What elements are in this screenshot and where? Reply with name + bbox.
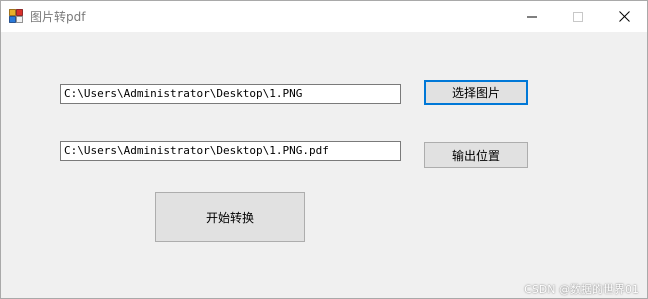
output-location-button[interactable]: 输出位置 xyxy=(424,142,528,168)
app-window: 图片转pdf C:\Users\Administrator\Desktop\1.… xyxy=(0,0,648,299)
input-path-field[interactable]: C:\Users\Administrator\Desktop\1.PNG xyxy=(60,84,401,104)
maximize-icon xyxy=(573,11,583,22)
watermark-text: CSDN @数据的世界01 xyxy=(524,283,639,296)
start-convert-button[interactable]: 开始转换 xyxy=(155,192,305,242)
select-image-button[interactable]: 选择图片 xyxy=(424,80,528,105)
minimize-icon xyxy=(527,16,537,17)
close-button[interactable] xyxy=(601,1,647,32)
minimize-button[interactable] xyxy=(509,1,555,32)
close-icon xyxy=(618,11,630,22)
maximize-button[interactable] xyxy=(555,1,601,32)
app-icon xyxy=(9,9,23,23)
output-path-field[interactable]: C:\Users\Administrator\Desktop\1.PNG.pdf xyxy=(60,141,401,161)
title-bar[interactable]: 图片转pdf xyxy=(1,1,647,32)
window-title: 图片转pdf xyxy=(30,10,86,24)
